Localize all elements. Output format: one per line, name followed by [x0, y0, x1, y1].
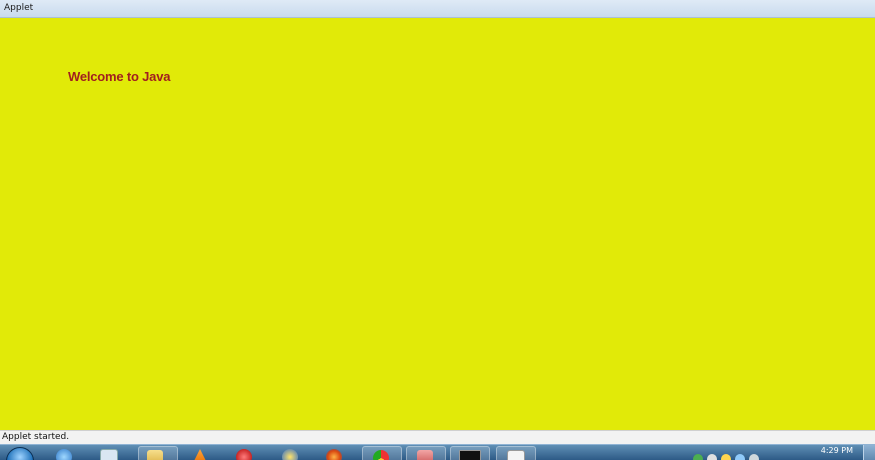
- paint-icon: [417, 450, 433, 460]
- taskbar-button-paint[interactable]: [406, 446, 446, 460]
- shield-icon[interactable]: [721, 454, 731, 460]
- media-player-icon: [100, 449, 118, 460]
- action-center-icon[interactable]: [707, 454, 717, 460]
- firefox-icon: [326, 449, 342, 460]
- chrome-icon: [373, 450, 389, 460]
- flag-icon[interactable]: [749, 454, 759, 460]
- network-icon[interactable]: [693, 454, 703, 460]
- taskbar-button-internet-explorer[interactable]: [50, 446, 90, 460]
- taskbar-button-media-player[interactable]: [94, 446, 134, 460]
- red-app-icon: [236, 449, 252, 460]
- clock[interactable]: 4:29 PM: [821, 446, 853, 455]
- speaker-icon[interactable]: [735, 454, 745, 460]
- title-bar[interactable]: Applet: [0, 0, 875, 18]
- command-prompt-icon: [459, 450, 481, 460]
- taskbar-button-vlc[interactable]: [184, 446, 224, 460]
- windows-taskbar: 4:29 PM: [0, 444, 875, 460]
- window-title: Applet: [4, 3, 34, 13]
- satellite-icon: [282, 449, 298, 460]
- taskbar-button-command-prompt[interactable]: [450, 446, 490, 460]
- vlc-icon: [192, 449, 208, 460]
- show-desktop-button[interactable]: [863, 445, 875, 460]
- internet-explorer-icon: [56, 449, 72, 460]
- status-bar: Applet started.: [0, 430, 875, 444]
- taskbar-button-folder[interactable]: [138, 446, 178, 460]
- java-icon: [507, 450, 525, 460]
- status-text: Applet started.: [2, 432, 70, 442]
- welcome-message: Welcome to Java: [68, 69, 171, 84]
- start-orb-icon[interactable]: [6, 447, 34, 460]
- folder-icon: [147, 450, 163, 460]
- taskbar-button-firefox[interactable]: [318, 446, 358, 460]
- applet-viewer-window: Applet Welcome to Java Applet started. 4…: [0, 0, 875, 460]
- taskbar-button-chrome[interactable]: [362, 446, 402, 460]
- system-tray: 4:29 PM: [685, 445, 875, 460]
- taskbar-button-java[interactable]: [496, 446, 536, 460]
- taskbar-button-satellite[interactable]: [274, 446, 314, 460]
- applet-canvas[interactable]: Welcome to Java: [0, 18, 875, 430]
- taskbar-button-red-app[interactable]: [228, 446, 268, 460]
